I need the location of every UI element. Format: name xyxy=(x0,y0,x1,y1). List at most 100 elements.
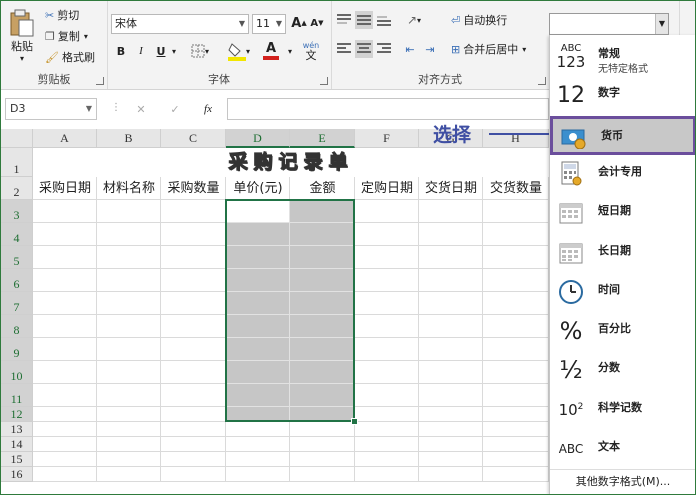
row-header-12[interactable]: 12 xyxy=(1,407,33,422)
selected-cell[interactable] xyxy=(290,407,355,422)
column-header-h[interactable]: H xyxy=(483,129,549,148)
selected-cell[interactable] xyxy=(226,246,290,269)
column-title[interactable]: 材料名称 xyxy=(97,177,161,200)
format-option-long-date[interactable]: 长日期 xyxy=(550,234,695,273)
selected-cell[interactable] xyxy=(290,338,355,361)
cell-c14[interactable] xyxy=(161,437,226,452)
column-title[interactable]: 交货日期 xyxy=(419,177,483,200)
cell-b16[interactable] xyxy=(97,467,161,482)
format-option-text[interactable]: ABC 文本 xyxy=(550,430,695,469)
wrap-text-button[interactable]: ⏎ 自动换行 xyxy=(451,11,507,29)
column-header-c[interactable]: C xyxy=(161,129,226,148)
row-header-7[interactable]: 7 xyxy=(1,292,33,315)
cell-f13[interactable] xyxy=(355,422,419,437)
middle-align-button[interactable] xyxy=(355,11,373,29)
row-header-5[interactable]: 5 xyxy=(1,246,33,269)
column-header-b[interactable]: B xyxy=(97,129,161,148)
selected-cell[interactable] xyxy=(226,223,290,246)
row-header-13[interactable]: 13 xyxy=(1,422,33,437)
cell-c13[interactable] xyxy=(161,422,226,437)
format-option-fraction[interactable]: ½ 分数 xyxy=(550,351,695,390)
number-format-combo[interactable]: ▼ xyxy=(549,13,669,35)
cell-g9[interactable] xyxy=(419,338,483,361)
cell-h16[interactable] xyxy=(483,467,549,482)
column-title[interactable]: 采购数量 xyxy=(161,177,226,200)
name-box[interactable]: D3 ▼ xyxy=(5,98,97,120)
insert-function-button[interactable]: fx xyxy=(197,100,219,118)
column-header-a[interactable]: A xyxy=(33,129,97,148)
paste-dropdown-icon[interactable]: ▾ xyxy=(20,54,24,63)
cell-h6[interactable] xyxy=(483,269,549,292)
align-center-button[interactable] xyxy=(355,40,373,58)
row-header-3[interactable]: 3 xyxy=(1,200,33,223)
column-title[interactable]: 定购日期 xyxy=(355,177,419,200)
column-title[interactable]: 单价(元) xyxy=(226,177,290,200)
cell-c15[interactable] xyxy=(161,452,226,467)
cell-h15[interactable] xyxy=(483,452,549,467)
cell-f7[interactable] xyxy=(355,292,419,315)
cell-b3[interactable] xyxy=(97,200,161,223)
cell-g7[interactable] xyxy=(419,292,483,315)
format-option-currency[interactable]: 货币 xyxy=(550,116,695,155)
cell-c3[interactable] xyxy=(161,200,226,223)
cell-b7[interactable] xyxy=(97,292,161,315)
cell-h9[interactable] xyxy=(483,338,549,361)
cell-a4[interactable] xyxy=(33,223,97,246)
selected-cell[interactable] xyxy=(226,292,290,315)
row-header-9[interactable]: 9 xyxy=(1,338,33,361)
row-header-15[interactable]: 15 xyxy=(1,452,33,467)
cell-h12[interactable] xyxy=(483,407,549,422)
cell-c4[interactable] xyxy=(161,223,226,246)
merge-center-button[interactable]: ⊞ 合并后居中 ▾ xyxy=(451,40,526,58)
increase-indent-button[interactable]: ⇥ xyxy=(421,40,439,58)
format-option-general[interactable]: ABC 123 常规 无特定格式 xyxy=(550,37,695,76)
cell-h11[interactable] xyxy=(483,384,549,407)
cell-g4[interactable] xyxy=(419,223,483,246)
selected-cell[interactable] xyxy=(226,384,290,407)
cell-d15[interactable] xyxy=(226,452,290,467)
italic-button[interactable]: I xyxy=(133,41,149,61)
cell-b6[interactable] xyxy=(97,269,161,292)
bottom-align-button[interactable] xyxy=(375,11,393,29)
selected-cell[interactable] xyxy=(290,246,355,269)
clipboard-launcher-icon[interactable] xyxy=(96,77,104,85)
cell-e14[interactable] xyxy=(290,437,355,452)
cell-h7[interactable] xyxy=(483,292,549,315)
cell-c5[interactable] xyxy=(161,246,226,269)
align-left-button[interactable] xyxy=(335,40,353,58)
top-align-button[interactable] xyxy=(335,11,353,29)
fill-handle[interactable] xyxy=(351,418,358,425)
cell-a14[interactable] xyxy=(33,437,97,452)
sheet-title[interactable]: 采购记录单 xyxy=(33,150,549,175)
cancel-entry-button[interactable]: ✕ xyxy=(131,100,151,118)
cell-c6[interactable] xyxy=(161,269,226,292)
cell-a8[interactable] xyxy=(33,315,97,338)
bold-button[interactable]: B xyxy=(113,41,129,61)
selected-cell[interactable] xyxy=(226,269,290,292)
cell-c8[interactable] xyxy=(161,315,226,338)
cell-h14[interactable] xyxy=(483,437,549,452)
cell-d13[interactable] xyxy=(226,422,290,437)
row-header-6[interactable]: 6 xyxy=(1,269,33,292)
row-header-16[interactable]: 16 xyxy=(1,467,33,482)
column-title[interactable]: 金额 xyxy=(290,177,355,200)
cell-a7[interactable] xyxy=(33,292,97,315)
cell-g12[interactable] xyxy=(419,407,483,422)
column-header-f[interactable]: F xyxy=(355,129,419,148)
cell-g16[interactable] xyxy=(419,467,483,482)
selected-cell[interactable] xyxy=(290,223,355,246)
selected-cell[interactable] xyxy=(290,269,355,292)
copy-button[interactable]: ❐ 复制 ▾ xyxy=(45,28,88,44)
cell-f5[interactable] xyxy=(355,246,419,269)
select-all-corner[interactable] xyxy=(1,129,33,148)
alignment-launcher-icon[interactable] xyxy=(538,77,546,85)
orientation-button[interactable]: ↗ ▾ xyxy=(401,11,427,29)
cell-b14[interactable] xyxy=(97,437,161,452)
cell-f8[interactable] xyxy=(355,315,419,338)
shrink-font-button[interactable]: A ▼ xyxy=(309,13,325,33)
cell-f4[interactable] xyxy=(355,223,419,246)
cell-a3[interactable] xyxy=(33,200,97,223)
chevron-down-icon[interactable]: ▼ xyxy=(655,14,668,34)
cell-e16[interactable] xyxy=(290,467,355,482)
cell-f3[interactable] xyxy=(355,200,419,223)
